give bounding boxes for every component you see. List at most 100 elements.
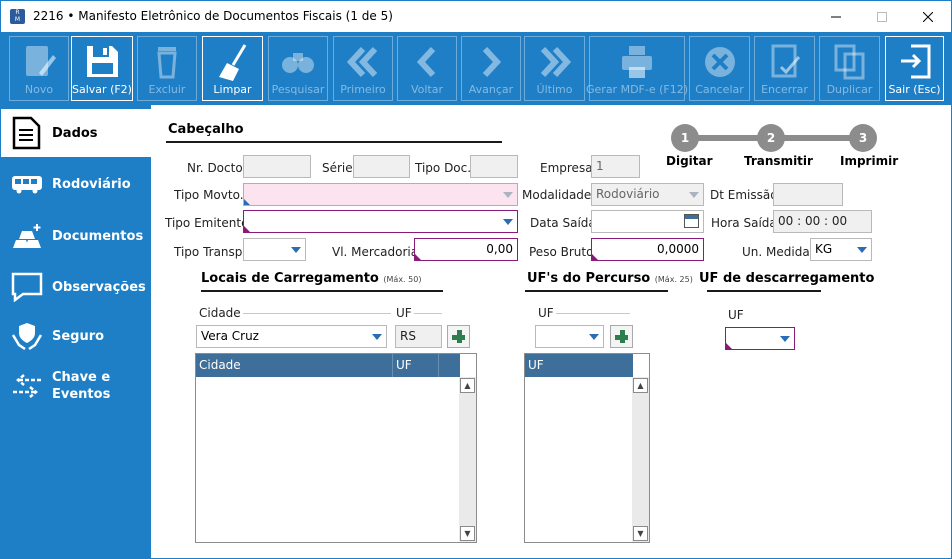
- sidebar-label-seguro: Seguro: [52, 328, 105, 344]
- percurso-col-uf[interactable]: UF: [525, 354, 544, 377]
- exchange-arrows-icon: [13, 374, 41, 398]
- data-saida-field[interactable]: [591, 210, 704, 233]
- carregamento-cidade-select[interactable]: Vera Cruz: [196, 325, 387, 348]
- cabecalho-title: Cabeçalho: [168, 122, 244, 137]
- add-carregamento-button[interactable]: [447, 325, 470, 348]
- carregamento-title-text: Locais de Carregamento: [201, 271, 379, 286]
- descarregamento-rule: [707, 290, 821, 292]
- un-medida-label: Un. Medida: [742, 245, 810, 259]
- duplicate-icon: [834, 44, 864, 80]
- scroll-up-icon[interactable]: ▲: [633, 378, 648, 393]
- sidebar-item-chave-eventos[interactable]: Chave e Eventos: [1, 362, 151, 410]
- hora-saida-field[interactable]: 00 : 00 : 00: [773, 210, 872, 233]
- carregamento-cidade-value: Vera Cruz: [201, 329, 259, 343]
- last-record-icon: [540, 46, 571, 78]
- tipo-movto-select[interactable]: [243, 183, 518, 206]
- encerrar-button[interactable]: Encerrar: [754, 36, 815, 101]
- add-percurso-button[interactable]: [610, 325, 633, 348]
- modalidade-select[interactable]: Rodoviário: [591, 183, 704, 206]
- un-medida-select[interactable]: KG: [810, 238, 872, 261]
- window-title: 2216 • Manifesto Eletrônico de Documento…: [33, 9, 393, 23]
- sidebar-item-documentos[interactable]: Documentos: [1, 212, 151, 260]
- percurso-scrollbar[interactable]: ▲ ▼: [632, 377, 649, 542]
- sidebar-item-dados[interactable]: Dados: [1, 109, 151, 157]
- exit-door-icon: [900, 44, 930, 79]
- serie-label: Série: [322, 161, 353, 175]
- carregamento-scrollbar[interactable]: ▲ ▼: [459, 377, 476, 542]
- sidebar-item-observacoes[interactable]: Observações: [1, 263, 151, 311]
- serie-field[interactable]: [353, 155, 410, 178]
- calendar-icon[interactable]: [684, 214, 699, 228]
- pesquisar-button[interactable]: Pesquisar: [268, 36, 328, 101]
- maximize-icon: [877, 11, 887, 22]
- insurance-hands-icon: [11, 323, 43, 351]
- cancelar-label: Cancelar: [695, 83, 744, 96]
- carregamento-cidade-divider: [243, 313, 391, 314]
- duplicar-label: Duplicar: [826, 83, 873, 96]
- scroll-up-icon[interactable]: ▲: [460, 378, 475, 393]
- sidebar: Dados Rodoviário Documentos Observações …: [1, 105, 151, 558]
- cancelar-button[interactable]: Cancelar: [689, 36, 750, 101]
- limpar-button[interactable]: Limpar: [202, 36, 263, 101]
- tipo-doc-field[interactable]: [470, 155, 518, 178]
- duplicar-button[interactable]: Duplicar: [819, 36, 880, 101]
- novo-button[interactable]: Novo: [9, 36, 69, 101]
- dt-emissao-label: Dt Emissão: [710, 188, 778, 202]
- close-window-button[interactable]: [905, 1, 951, 32]
- step-3-label: Imprimir: [840, 154, 899, 168]
- carregamento-col-cidade[interactable]: Cidade: [196, 354, 241, 377]
- sidebar-item-seguro[interactable]: Seguro: [1, 312, 151, 360]
- empresa-field[interactable]: 1: [591, 155, 640, 178]
- carregamento-uf-field[interactable]: RS: [395, 325, 442, 348]
- peso-bruto-value: 0,0000: [657, 242, 699, 256]
- tipo-emitente-select[interactable]: [243, 210, 518, 233]
- salvar-button[interactable]: Salvar (F2): [71, 36, 133, 101]
- carregamento-cidade-label: Cidade: [199, 306, 241, 320]
- percurso-grid[interactable]: UF ▲ ▼: [524, 353, 650, 543]
- avancar-button[interactable]: Avançar: [461, 36, 521, 101]
- main-window: RM 2216 • Manifesto Eletrônico de Docume…: [0, 0, 952, 559]
- peso-bruto-field[interactable]: 0,0000: [591, 238, 704, 261]
- carregamento-grid[interactable]: Cidade UF ▲ ▼: [195, 353, 477, 543]
- tipo-transp-select[interactable]: [243, 238, 306, 261]
- primeiro-button[interactable]: Primeiro: [333, 36, 393, 101]
- maximize-button[interactable]: [859, 1, 905, 32]
- descarregamento-uf-select[interactable]: [725, 327, 795, 350]
- scroll-down-icon[interactable]: ▼: [460, 526, 475, 541]
- excluir-label: Excluir: [148, 83, 186, 96]
- voltar-button[interactable]: Voltar: [397, 36, 457, 101]
- percurso-uf-divider: [556, 313, 630, 314]
- step-2-label: Transmitir: [744, 154, 813, 168]
- percurso-subtitle: (Máx. 25): [654, 275, 693, 284]
- gerar-mdfe-button[interactable]: Gerar MDF-e (F12): [586, 36, 688, 101]
- avancar-label: Avançar: [468, 83, 514, 96]
- vl-mercadoria-field[interactable]: 0,00: [414, 238, 518, 261]
- excluir-button[interactable]: Excluir: [137, 36, 197, 101]
- tipo-emitente-label: Tipo Emitente: [165, 216, 249, 230]
- binoculars-icon: [282, 53, 314, 73]
- step-1-circle: 1: [671, 124, 699, 152]
- close-icon: [923, 11, 933, 22]
- carregamento-grid-header: Cidade UF: [196, 354, 460, 377]
- nr-docto-field[interactable]: [243, 155, 311, 178]
- previous-icon: [416, 46, 436, 78]
- gold-bars-icon: [13, 224, 41, 248]
- sidebar-item-rodoviario[interactable]: Rodoviário: [1, 160, 151, 208]
- sidebar-label-dados: Dados: [52, 125, 98, 141]
- percurso-rule: [525, 290, 668, 292]
- modalidade-label: Modalidade: [522, 188, 592, 202]
- scroll-down-icon[interactable]: ▼: [633, 526, 648, 541]
- carregamento-uf-label: UF: [396, 306, 412, 320]
- minimize-icon: [831, 16, 841, 17]
- percurso-uf-select[interactable]: [535, 325, 604, 348]
- sair-button[interactable]: Sair (Esc): [885, 36, 944, 101]
- vl-mercadoria-label: Vl. Mercadoria: [332, 245, 419, 259]
- carregamento-col-extra: [438, 354, 442, 377]
- modalidade-value: Rodoviário: [596, 187, 660, 201]
- printer-icon: [622, 46, 652, 78]
- dt-emissao-field[interactable]: [773, 183, 843, 206]
- minimize-button[interactable]: [813, 1, 859, 32]
- descarregamento-uf-label: UF: [728, 308, 744, 322]
- carregamento-col-uf[interactable]: UF: [392, 354, 412, 377]
- ultimo-button[interactable]: Último: [524, 36, 585, 101]
